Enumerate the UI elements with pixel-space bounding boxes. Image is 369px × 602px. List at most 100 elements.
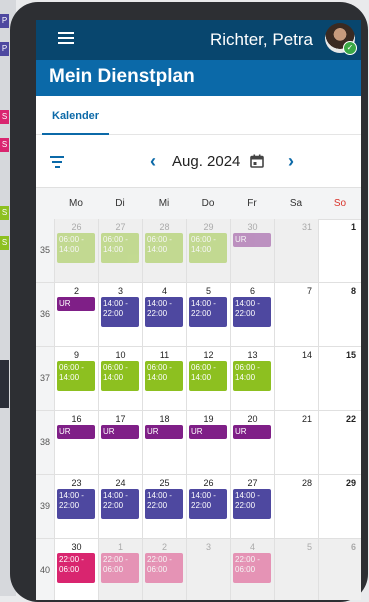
week-row: 39 23 14:00 - 22:00 24 14:00 - 22:00 25 14:00 … [36,475,361,539]
day-cell[interactable]: 6 14:00 - 22:00 [230,283,274,346]
day-cell[interactable]: 30 UR [230,219,274,282]
day-cell[interactable]: 25 14:00 - 22:00 [142,475,186,538]
day-cell[interactable]: 18 UR [142,411,186,474]
day-cell[interactable]: 22 [318,411,361,474]
day-cell[interactable]: 29 [318,475,361,538]
shift-entry[interactable]: UR [101,425,139,439]
day-number: 13 [247,350,258,360]
day-cell[interactable]: 3 14:00 - 22:00 [98,283,142,346]
shift-entry[interactable]: 14:00 - 22:00 [145,489,183,519]
day-number: 14 [301,350,312,360]
weekday-label: So [333,198,347,209]
background-tab: S [0,236,9,250]
day-cell[interactable]: 27 06:00 - 14:00 [98,219,142,282]
day-number: 29 [203,222,214,232]
shift-entry[interactable]: UR [189,425,227,439]
day-number: 1 [117,542,123,552]
hamburger-menu-icon[interactable] [58,32,74,46]
shift-entry[interactable]: UR [145,425,183,439]
day-cell[interactable]: 15 [318,347,361,410]
calendar-week-number: 40 [36,539,54,600]
shift-entry[interactable]: 22:00 - 06:00 [233,553,271,583]
online-status-check-icon: ✓ [343,41,357,55]
day-cell[interactable]: 14 [274,347,318,410]
day-cell[interactable]: 13 06:00 - 14:00 [230,347,274,410]
day-cell[interactable]: 31 [274,219,318,282]
day-cell[interactable]: 2 22:00 - 06:00 [142,539,186,600]
day-cell[interactable]: 4 22:00 - 06:00 [230,539,274,600]
day-cell[interactable]: 5 [274,539,318,600]
shift-entry[interactable]: 22:00 - 06:00 [57,553,95,583]
day-cell[interactable]: 1 [318,219,361,282]
day-number: 19 [203,414,214,424]
calendar-toolbar: ‹ Aug. 2024 › [36,135,361,187]
day-cell[interactable]: 6 [318,539,361,600]
weekday-label: Do [201,198,215,209]
shift-entry[interactable]: 06:00 - 14:00 [189,233,227,263]
day-number: 7 [306,286,312,296]
day-cell[interactable]: 2 UR [54,283,98,346]
next-month-button[interactable]: › [288,151,294,172]
day-cell[interactable]: 9 06:00 - 14:00 [54,347,98,410]
filter-icon[interactable] [50,156,64,168]
tab-kalender[interactable]: Kalender [42,96,110,135]
shift-entry[interactable]: 14:00 - 22:00 [233,297,271,327]
day-cell[interactable]: 26 06:00 - 14:00 [54,219,98,282]
day-cell[interactable]: 8 [318,283,361,346]
previous-month-button[interactable]: ‹ [150,151,156,172]
day-cell[interactable]: 30 22:00 - 06:00 [54,539,98,600]
day-number: 5 [306,542,312,552]
shift-entry[interactable]: 22:00 - 06:00 [145,553,183,583]
shift-entry[interactable]: 06:00 - 14:00 [101,361,139,391]
day-cell[interactable]: 27 14:00 - 22:00 [230,475,274,538]
avatar[interactable]: ✓ [325,23,357,55]
shift-entry[interactable]: 14:00 - 22:00 [57,489,95,519]
shift-entry[interactable]: UR [233,233,271,247]
day-cell[interactable]: 16 UR [54,411,98,474]
day-number: 28 [159,222,170,232]
shift-entry[interactable]: UR [57,425,95,439]
calendar-week-number: 37 [36,347,54,410]
day-cell[interactable]: 21 [274,411,318,474]
day-cell[interactable]: 28 [274,475,318,538]
day-number: 6 [249,286,255,296]
day-cell[interactable]: 4 14:00 - 22:00 [142,283,186,346]
calendar-picker-icon[interactable] [250,154,264,168]
shift-entry[interactable]: 14:00 - 22:00 [101,297,139,327]
day-number: 2 [73,286,79,296]
shift-entry[interactable]: 06:00 - 14:00 [189,361,227,391]
day-number: 25 [159,478,170,488]
day-cell[interactable]: 1 22:00 - 06:00 [98,539,142,600]
day-cell[interactable]: 3 [186,539,230,600]
shift-entry[interactable]: 14:00 - 22:00 [233,489,271,519]
shift-entry[interactable]: 14:00 - 22:00 [145,297,183,327]
day-cell[interactable]: 24 14:00 - 22:00 [98,475,142,538]
day-cell[interactable]: 29 06:00 - 14:00 [186,219,230,282]
shift-entry[interactable]: 06:00 - 14:00 [145,361,183,391]
shift-entry[interactable]: 06:00 - 14:00 [57,361,95,391]
user-name[interactable]: Richter, Petra [210,30,313,50]
shift-entry[interactable]: 22:00 - 06:00 [101,553,139,583]
day-cell[interactable]: 26 14:00 - 22:00 [186,475,230,538]
shift-entry[interactable]: 14:00 - 22:00 [101,489,139,519]
shift-entry[interactable]: 06:00 - 14:00 [57,233,95,263]
day-number: 30 [71,542,82,552]
day-cell[interactable]: 17 UR [98,411,142,474]
day-cell[interactable]: 19 UR [186,411,230,474]
shift-entry[interactable]: 14:00 - 22:00 [189,489,227,519]
week-row: 37 9 06:00 - 14:00 10 06:00 - 14:00 11 06:00 -… [36,347,361,411]
shift-entry[interactable]: UR [57,297,95,311]
shift-entry[interactable]: UR [233,425,271,439]
shift-entry[interactable]: 06:00 - 14:00 [101,233,139,263]
day-cell[interactable]: 7 [274,283,318,346]
day-cell[interactable]: 5 14:00 - 22:00 [186,283,230,346]
day-cell[interactable]: 11 06:00 - 14:00 [142,347,186,410]
shift-entry[interactable]: 06:00 - 14:00 [145,233,183,263]
shift-entry[interactable]: 14:00 - 22:00 [189,297,227,327]
shift-entry[interactable]: 06:00 - 14:00 [233,361,271,391]
day-cell[interactable]: 10 06:00 - 14:00 [98,347,142,410]
day-cell[interactable]: 12 06:00 - 14:00 [186,347,230,410]
day-cell[interactable]: 28 06:00 - 14:00 [142,219,186,282]
day-cell[interactable]: 23 14:00 - 22:00 [54,475,98,538]
day-cell[interactable]: 20 UR [230,411,274,474]
